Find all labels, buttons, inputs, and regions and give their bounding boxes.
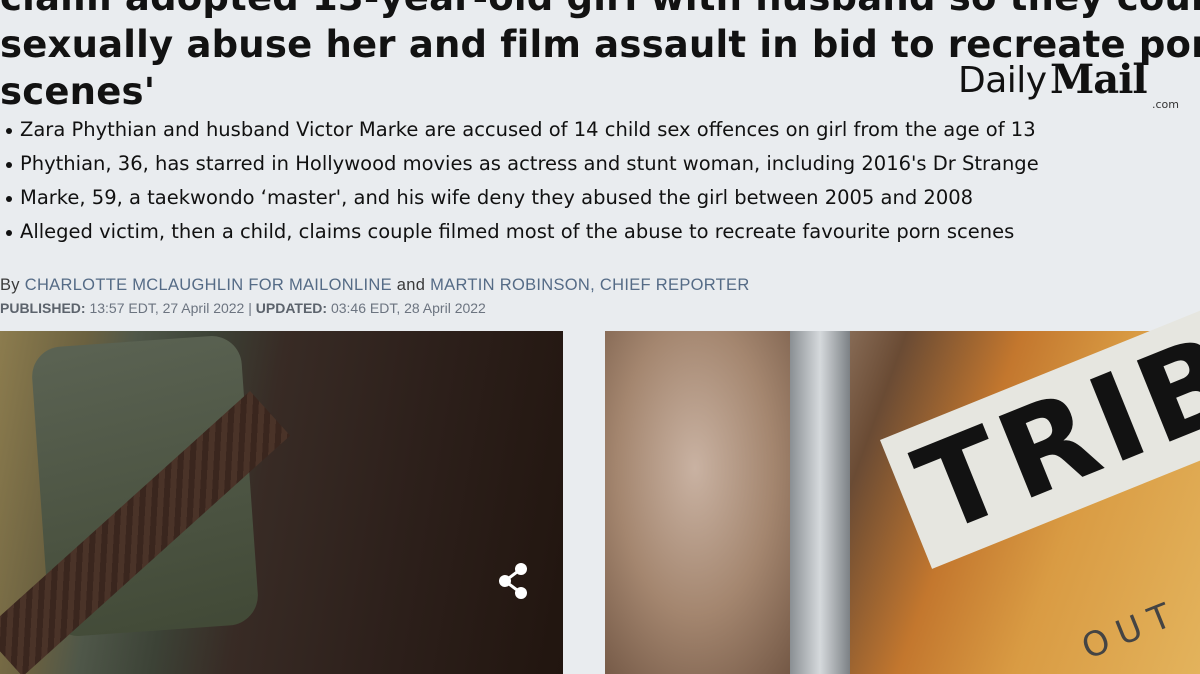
bullet-item: Zara Phythian and husband Victor Marke a… (6, 117, 1196, 151)
article-photo-left[interactable] (0, 331, 563, 674)
published-label: PUBLISHED: (0, 300, 86, 316)
updated-value: 03:46 EDT, 28 April 2022 (330, 300, 486, 316)
headline-line-1: claim adopted 13-year-old girl with husb… (0, 0, 1200, 21)
updated-label: UPDATED: (255, 300, 328, 316)
published-value: 13:57 EDT, 27 April 2022 (89, 300, 245, 316)
poster-blade-shape (790, 331, 850, 674)
byline: By CHARLOTTE MCLAUGHLIN FOR MAILONLINE a… (0, 276, 750, 295)
author-link-charlotte[interactable]: CHARLOTTE MCLAUGHLIN FOR MAILONLINE (25, 276, 392, 294)
logo-mail: Mail (1050, 56, 1148, 103)
bullet-item: Marke, 59, a taekwondo ‘master', and his… (6, 185, 1196, 219)
bullet-item: Alleged victim, then a child, claims cou… (6, 219, 1196, 253)
publish-separator: | (248, 300, 252, 316)
article-summary-bullets: Zara Phythian and husband Victor Marke a… (6, 117, 1196, 253)
logo-com: .com (1152, 98, 1179, 111)
author-link-martin[interactable]: MARTIN ROBINSON, CHIEF REPORTER (430, 276, 749, 294)
daily-mail-logo[interactable]: Daily Mail .com (958, 56, 1179, 112)
publish-info: PUBLISHED: 13:57 EDT, 27 April 2022 | UP… (0, 300, 486, 316)
byline-by: By (0, 276, 20, 294)
poster-face-shape (605, 331, 805, 674)
byline-and: and (396, 276, 426, 294)
logo-daily: Daily (958, 60, 1047, 101)
bullet-item: Phythian, 36, has starred in Hollywood m… (6, 151, 1196, 185)
share-icon[interactable] (492, 559, 536, 603)
